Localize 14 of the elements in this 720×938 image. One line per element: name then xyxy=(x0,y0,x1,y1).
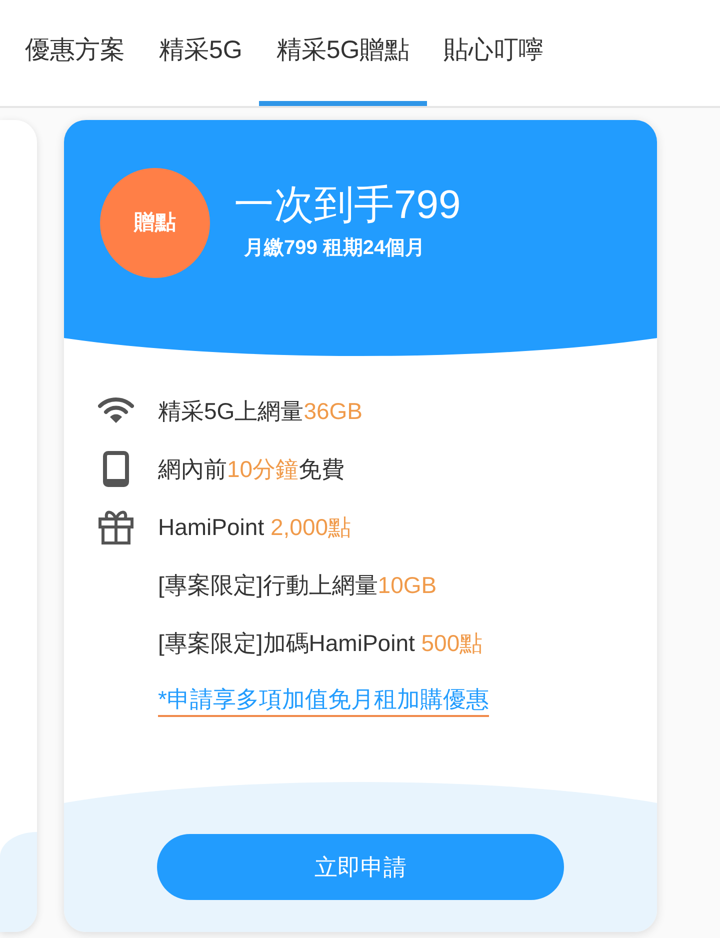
feature-text: [專案限定]加碼HamiPoint 500點 xyxy=(158,628,483,658)
tab[interactable]: 優惠方案 xyxy=(8,0,142,106)
phone-icon xyxy=(103,451,129,487)
feature-text: [專案限定]行動上網量10GB xyxy=(158,570,437,600)
plan-title: 一次到手799 xyxy=(234,183,461,227)
plan-subtitle: 月繳799 租期24個月 xyxy=(244,236,426,261)
feature-text: 精采5G上網量36GB xyxy=(158,396,363,426)
bonus-badge: 贈點 xyxy=(100,168,210,278)
wifi-icon xyxy=(98,397,134,425)
tab[interactable]: 精采5G xyxy=(142,0,260,106)
gift-icon xyxy=(98,509,134,545)
feature-text: HamiPoint 2,000點 xyxy=(158,512,352,542)
tab[interactable]: 貼心叮嚀 xyxy=(426,0,561,106)
feature-text: 網內前10分鐘免費 xyxy=(158,454,345,484)
